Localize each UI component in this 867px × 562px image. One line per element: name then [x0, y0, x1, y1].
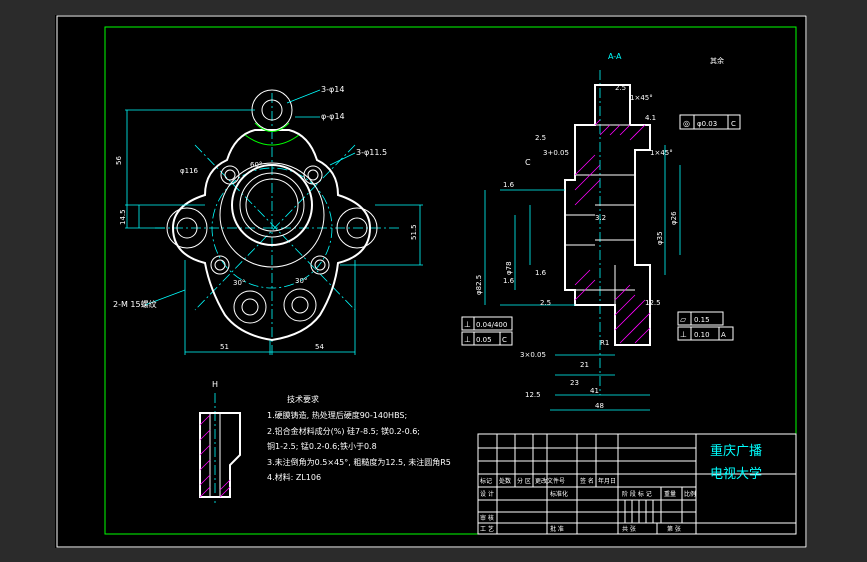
tb-header: 更改文件号 — [535, 477, 565, 485]
sv-dim-10: 41 — [590, 387, 599, 395]
fv-dim-left-1: 56 — [115, 156, 123, 165]
tolerance-frame-2: ⊥ 0.04/400 — [461, 316, 513, 331]
school-name-line2: 电视大学 — [710, 466, 762, 482]
drawing-sheet: 3-φ14 φ-φ14 3-φ11.5 2-M 15螺纹 φ116 56 14.… — [55, 15, 807, 548]
tolerance-frame-3: ⊥ 0.05 C — [461, 331, 513, 346]
tb-review: 审 核 — [480, 514, 494, 522]
tolerance-frame-5: ⊥ 0.10 A — [677, 326, 734, 341]
tb-std: 标准化 — [550, 490, 568, 498]
note-line: 1.硬膜铸造, 热处理后硬度90-140HBS; — [267, 410, 407, 420]
detail-view-h: H — [199, 380, 241, 503]
tb-scale: 比例 — [684, 490, 696, 498]
tb-process: 工 艺 — [480, 525, 494, 533]
tb-header: 年月日 — [598, 477, 616, 485]
tb-header: 处数 — [499, 477, 511, 485]
fv-hole-left: 2-M 15螺纹 — [113, 299, 157, 309]
tb-sheet-no: 第 张 — [667, 525, 681, 533]
title-block: 重庆广播 电视大学 标记 处数 分 区 更改文件号 签 名 年月日 设 计 标准… — [477, 433, 797, 535]
sv-dim-left-1: 2.5 — [535, 134, 546, 142]
sv-dia-4: φ26 — [670, 211, 678, 225]
tb-stage: 阶 段 标 记 — [622, 490, 652, 498]
sv-dim-7: R1 — [600, 339, 609, 347]
fv-dim-left-2: 14.5 — [119, 209, 127, 225]
sv-dim-c: C — [525, 158, 531, 167]
tolerance-frame-1: ◎ φ0.03 C — [679, 114, 741, 130]
notes-title: 技术要求 — [287, 394, 319, 404]
svg-text:⊥: ⊥ — [464, 320, 471, 329]
fv-angle-1: 60° — [250, 161, 262, 169]
sv-dim-9: 23 — [570, 379, 579, 387]
fv-dim-bottom-right: 54 — [315, 343, 324, 351]
svg-text:φ0.03: φ0.03 — [697, 120, 717, 128]
view-label-h: H — [212, 380, 218, 389]
svg-text:A: A — [721, 331, 726, 339]
tb-header: 签 名 — [580, 477, 594, 485]
sv-dim-12: 12.5 — [525, 391, 541, 399]
roughness-note: 其余 — [710, 56, 724, 65]
sv-dim-5: 2.5 — [540, 299, 551, 307]
svg-text:◎: ◎ — [683, 119, 690, 128]
sv-dia-2: φ78 — [505, 261, 513, 275]
sv-dim-left-2: 3+0.05 — [543, 149, 569, 157]
sv-dim-3: 1.6 — [503, 277, 515, 285]
fv-dim-right: 51.5 — [410, 224, 418, 240]
sv-dim-left-3: 3×0.05 — [520, 351, 546, 359]
svg-text:C: C — [731, 120, 736, 128]
sv-dim-top-1: 2.5 — [615, 84, 626, 92]
note-line: 2.铝合金材料成分(%) 硅7-8.5; 镁0.2-0.6; — [267, 426, 420, 436]
sv-chamfer: 1×45° — [650, 149, 673, 157]
sv-dim-top-3: 4.1 — [645, 114, 656, 122]
tb-weight: 重量 — [664, 490, 676, 498]
sv-dim-4: 1.6 — [535, 269, 547, 277]
fv-hole-top2: φ-φ14 — [321, 112, 345, 121]
svg-text:0.15: 0.15 — [694, 316, 710, 324]
fv-hole-thread: 3-φ11.5 — [356, 148, 387, 157]
note-line: 4.材料: ZL106 — [267, 472, 321, 482]
sv-dim-8: 21 — [580, 361, 589, 369]
fv-dim-bottom-left: 51 — [220, 343, 229, 351]
sv-dia-3: φ35 — [656, 231, 664, 245]
tb-design: 设 计 — [480, 490, 494, 498]
sv-dim-11: 48 — [595, 402, 604, 410]
school-name-line1: 重庆广播 — [710, 443, 762, 459]
fv-hole-top: 3-φ14 — [321, 85, 344, 94]
svg-text:0.05: 0.05 — [476, 336, 492, 344]
svg-text:0.10: 0.10 — [694, 331, 710, 339]
fv-angle-2: 30° — [233, 279, 245, 287]
section-label: A-A — [608, 52, 622, 61]
sv-dim-1: 1.6 — [503, 181, 515, 189]
sv-dia-1: φ82.5 — [475, 275, 483, 295]
sv-dim-6: 12.5 — [645, 299, 661, 307]
note-line: 3.未注倒角为0.5×45°, 粗糙度为12.5, 未注圆角R5 — [267, 457, 451, 467]
front-view: 3-φ14 φ-φ14 3-φ11.5 2-M 15螺纹 φ116 56 14.… — [113, 85, 423, 355]
tolerance-frame-4: ▱ 0.15 — [677, 311, 724, 326]
engineering-drawing: 3-φ14 φ-φ14 3-φ11.5 2-M 15螺纹 φ116 56 14.… — [56, 15, 807, 548]
fv-angle-3: 30° — [295, 277, 307, 285]
svg-text:⊥: ⊥ — [680, 330, 687, 339]
tb-header: 分 区 — [517, 477, 531, 485]
svg-text:0.04/400: 0.04/400 — [476, 321, 507, 329]
tb-approve: 批 准 — [550, 525, 564, 533]
technical-notes: 技术要求 1.硬膜铸造, 热处理后硬度90-140HBS; 2.铝合金材料成分(… — [267, 394, 451, 482]
svg-text:▱: ▱ — [680, 315, 687, 324]
outer-border — [56, 15, 807, 548]
tb-sheet-total: 共 张 — [622, 525, 636, 533]
sv-dim-top-2: 1×45° — [630, 94, 653, 102]
svg-text:C: C — [502, 336, 507, 344]
svg-text:⊥: ⊥ — [464, 335, 471, 344]
fv-dia-center: φ116 — [180, 167, 199, 175]
section-view: A-A 2.5 1×45° 4.1 2.5 3+0.05 C 1.6 3.2 1… — [461, 52, 741, 411]
note-line: 铜1-2.5; 锰0.2-0.6;铁小于0.8 — [267, 441, 377, 451]
sv-dim-2: 3.2 — [595, 214, 606, 222]
tb-header: 标记 — [480, 477, 492, 485]
